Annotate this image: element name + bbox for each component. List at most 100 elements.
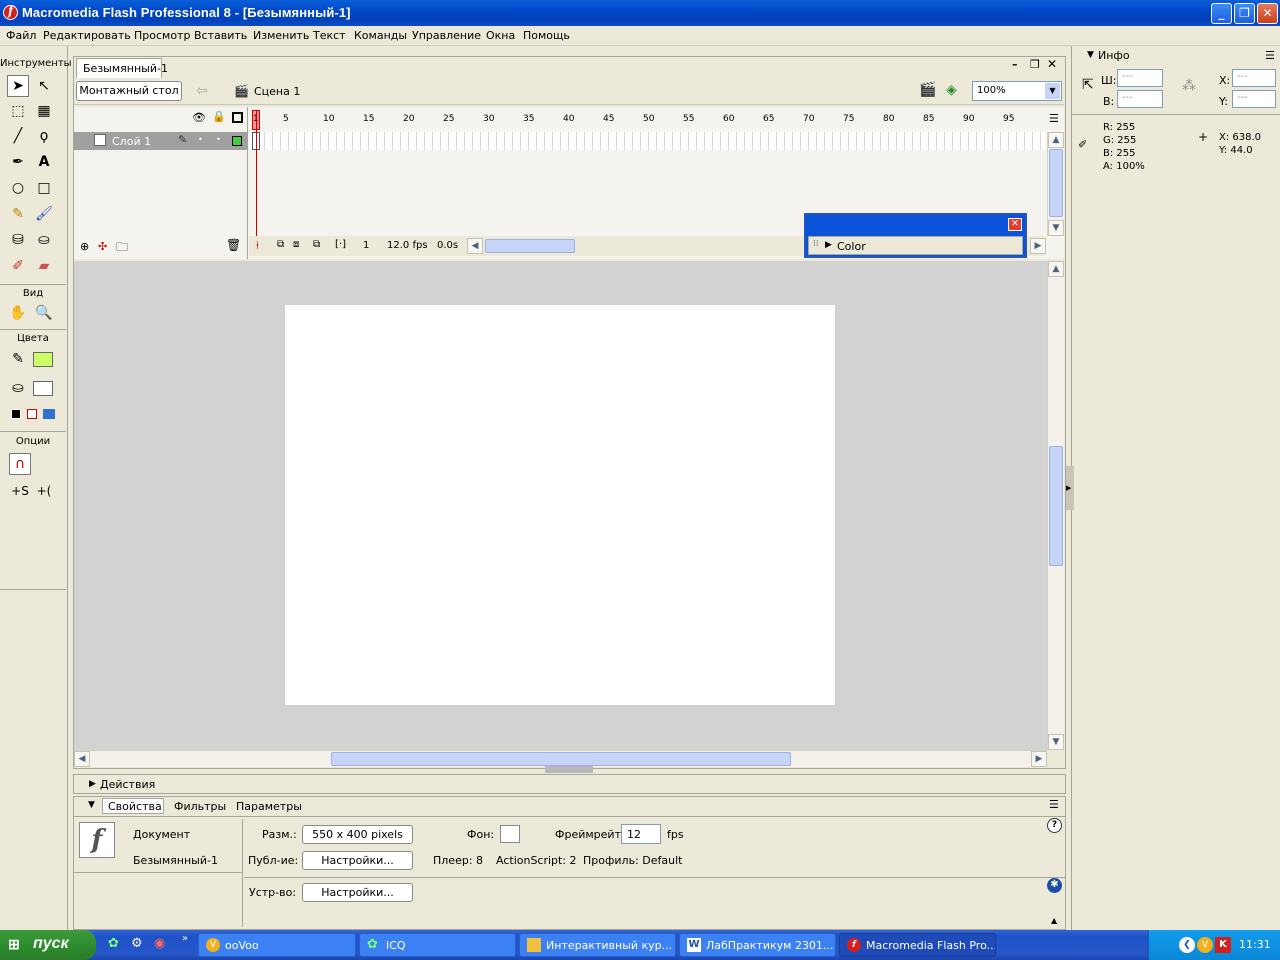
add-folder-icon[interactable]: 🗀 [116,238,128,259]
layer-row[interactable]: Слой 1 ✎ • • [74,132,248,150]
onion-skin-icon[interactable]: ⧉ [277,239,284,250]
menu-insert[interactable]: Вставить [194,29,247,42]
zoom-select[interactable]: 100% ▼ [972,81,1062,101]
scroll-left-icon[interactable]: ◀ [74,751,90,767]
menu-file[interactable]: Файл [6,29,36,42]
tab-filters[interactable]: Фильтры [174,800,226,813]
document-tab[interactable]: Безымянный-1 [76,58,168,78]
maximize-button[interactable]: ❐ [1234,3,1255,24]
menu-text[interactable]: Текст [313,29,346,42]
scroll-down-icon[interactable]: ▼ [1048,734,1064,750]
layer-color-icon[interactable] [232,136,242,146]
edit-symbols-icon[interactable]: ◈ [946,82,957,98]
task-labpraktikum[interactable]: W ЛабПрактикум 2301... [679,933,836,957]
close-button[interactable]: ✕ [1257,3,1278,24]
frame-ruler[interactable]: 1 5 10 15 20 25 30 35 40 45 50 55 60 65 … [249,110,1046,130]
paint-bucket-tool-icon[interactable]: ⛀ [33,229,55,251]
opera-quicklaunch-icon[interactable]: ◉ [154,936,165,951]
subselection-tool-icon[interactable]: ↖ [33,75,55,97]
doc-minimize-icon[interactable]: – [1012,58,1018,71]
menu-view[interactable]: Просмотр [134,29,190,42]
x-field[interactable]: --- [1232,69,1276,87]
modify-onion-markers-icon[interactable]: [·] [335,239,346,250]
collapse-panel-icon[interactable]: ▲ [1051,916,1057,925]
panel-menu-icon[interactable]: ☰ [1265,49,1275,62]
rectangle-tool-icon[interactable]: □ [33,177,55,199]
scroll-right-icon[interactable]: ▶ [1031,751,1047,767]
device-settings-button[interactable]: Настройки... [302,883,413,902]
scroll-thumb[interactable] [331,752,791,766]
text-tool-icon[interactable]: A [33,151,55,173]
registration-grid-icon[interactable]: ⁂ [1182,78,1196,94]
pen-tool-icon[interactable]: ✒ [7,151,29,173]
fill-transform-tool-icon[interactable]: ▦ [33,100,55,122]
swap-colors-icon[interactable] [43,409,55,419]
smooth-icon[interactable]: +S [9,480,31,502]
scroll-thumb[interactable] [1049,149,1063,217]
timeline-menu-icon[interactable]: ☰ [1049,112,1059,125]
menu-modify[interactable]: Изменить [253,29,309,42]
framerate-input[interactable]: 12 [621,824,661,844]
edit-multiple-frames-icon[interactable]: ⧉ [313,239,320,250]
menu-window[interactable]: Окна [486,29,515,42]
color-panel[interactable]: ✕ ⁞⁞ ▶ Color [804,213,1027,258]
width-field[interactable]: --- [1117,69,1163,87]
delete-layer-icon[interactable]: 🗑 [226,238,241,252]
eye-icon[interactable]: 👁 [192,111,206,124]
lasso-tool-icon[interactable]: ϙ [33,125,55,147]
task-oovoo[interactable]: V ooVoo [198,933,356,957]
snap-to-objects-icon[interactable]: ∩ [9,453,31,475]
scroll-thumb[interactable] [1049,446,1063,566]
hand-tool-icon[interactable]: ✋ [7,302,29,324]
chevron-right-icon[interactable]: » [182,933,188,944]
onion-outline-icon[interactable]: ⧈ [293,239,299,250]
brush-tool-icon[interactable]: 🖌 [33,203,55,225]
tab-properties[interactable]: Свойства [108,800,162,813]
panel-menu-icon[interactable]: ☰ [1049,798,1059,811]
add-guide-layer-icon[interactable]: ✣ [98,240,107,253]
help-icon[interactable]: ? [1047,818,1062,833]
size-button[interactable]: 550 x 400 pixels [302,825,413,844]
lock-dot-icon[interactable]: • [216,135,221,144]
minimize-button[interactable]: _ [1211,3,1232,24]
scroll-left-icon[interactable]: ◀ [467,238,483,254]
y-field[interactable]: --- [1232,90,1276,108]
back-arrow-icon[interactable]: ⇦ [196,83,208,99]
task-icq[interactable]: ✿ ICQ [359,933,516,957]
collapse-arrow-icon[interactable]: ▼ [1087,50,1094,60]
center-frame-icon[interactable]: ⍿ [256,239,259,253]
timeline-vscroll[interactable]: ▲ ▼ [1047,132,1064,236]
actions-panel[interactable]: ▶ Действия [73,774,1066,794]
edit-scene-icon[interactable]: 🎬 [919,82,936,98]
publish-settings-button[interactable]: Настройки... [302,851,413,870]
antivirus-tray-icon[interactable]: K [1215,937,1231,953]
ink-bottle-tool-icon[interactable]: ⛁ [7,229,29,251]
splitter-handle[interactable] [545,766,593,773]
zoom-tool-icon[interactable]: 🔍 [33,302,55,324]
icq-quicklaunch-icon[interactable]: ✿ [108,936,119,951]
collapse-arrow-icon[interactable]: ▼ [88,800,95,810]
menu-commands[interactable]: Команды [354,29,407,42]
frame-track[interactable] [249,132,1046,150]
eraser-tool-icon[interactable]: ▰ [33,255,55,277]
accessibility-icon[interactable]: ✱ [1047,878,1062,893]
start-button[interactable]: ⊞ пуск [0,930,96,960]
panel-collapse-handle[interactable]: ▶ [1066,466,1074,510]
line-tool-icon[interactable]: ╱ [7,125,29,147]
oovoo-tray-icon[interactable]: V [1197,937,1213,953]
lock-icon[interactable]: 🔒 [212,110,226,123]
no-color-icon[interactable] [27,409,37,419]
black-white-icon[interactable] [11,409,21,419]
stroke-color-swatch[interactable] [33,352,53,367]
doc-close-icon[interactable]: ✕ [1047,57,1057,71]
stage-hscroll[interactable]: ◀ ▶ [74,750,1047,767]
close-icon[interactable]: ✕ [1008,218,1022,231]
tray-expand-icon[interactable]: ❮ [1179,937,1195,953]
task-flash[interactable]: f Macromedia Flash Pro... [839,933,996,957]
tab-parameters[interactable]: Параметры [236,800,302,813]
free-transform-tool-icon[interactable]: ⬚ [7,100,29,122]
pencil-tool-icon[interactable]: ✎ [7,203,29,225]
straighten-icon[interactable]: +( [33,480,55,502]
oval-tool-icon[interactable]: ○ [7,177,29,199]
task-interactive-course[interactable]: Интерактивный кур... [519,933,676,957]
